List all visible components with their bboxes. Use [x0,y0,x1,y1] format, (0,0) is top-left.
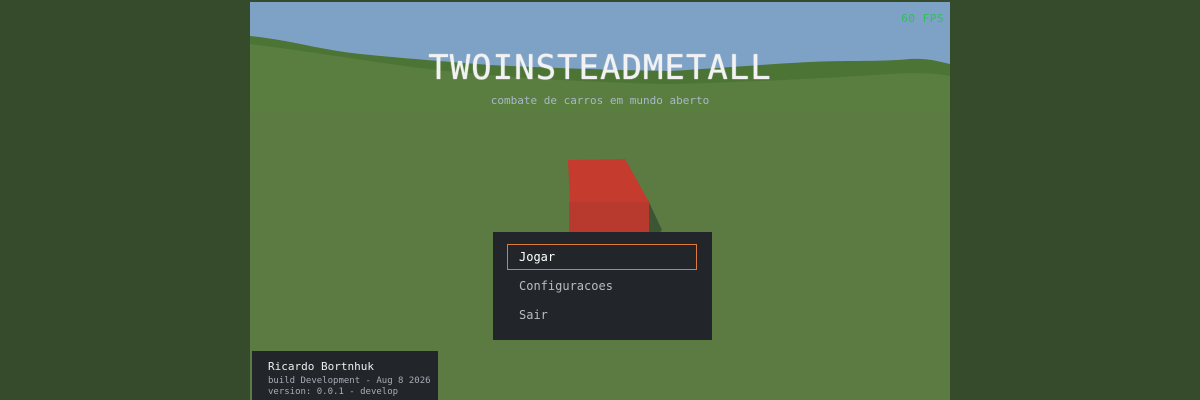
fps-counter: 60 FPS [901,12,944,25]
game-title: TWOINSTEADMETALL [428,48,772,88]
credits-panel: Ricardo Bortnhuk build Development - Aug… [252,351,438,400]
menu-item-sair[interactable]: Sair [507,302,697,328]
main-menu: Jogar Configuracoes Sair [493,232,712,340]
game-viewport[interactable]: 60 FPS TWOINSTEADMETALL combate de carro… [250,2,950,400]
credits-build: build Development - Aug 8 2026 [268,376,431,386]
menu-item-configuracoes[interactable]: Configuracoes [507,273,697,299]
menu-item-jogar[interactable]: Jogar [507,244,697,270]
credits-version: version: 0.0.1 - develop [268,387,399,397]
game-subtitle: combate de carros em mundo aberto [490,94,710,107]
credits-author: Ricardo Bortnhuk [268,360,374,373]
